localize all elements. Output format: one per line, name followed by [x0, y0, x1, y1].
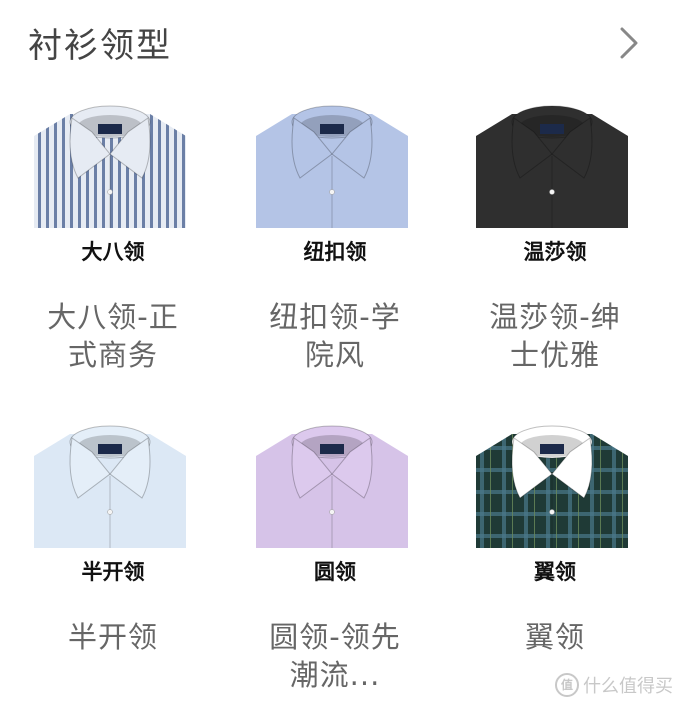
collar-label: 大八领 [81, 240, 145, 264]
shirt-image [252, 416, 412, 548]
watermark: 值 什么值得买 [555, 672, 673, 698]
collar-description: 大八领-正 式商务 [47, 300, 179, 372]
collar-label: 圆领 [314, 560, 356, 584]
shirt-image [30, 96, 190, 228]
collar-description: 纽扣领-学 院风 [269, 300, 401, 372]
collar-label: 半开领 [81, 560, 145, 584]
section-header: 衬衫领型 [0, 0, 680, 88]
chevron-right-icon[interactable] [618, 26, 640, 60]
section-title: 衬衫领型 [28, 26, 172, 66]
shirt-image [472, 416, 632, 548]
watermark-logo-icon: 值 [555, 673, 579, 697]
collar-description: 半开领 [67, 620, 158, 654]
shirt-image [472, 96, 632, 228]
watermark-text: 什么值得买 [583, 676, 673, 697]
shirt-image [252, 96, 412, 228]
collar-label: 温莎领 [523, 240, 587, 264]
collar-label: 纽扣领 [303, 240, 367, 264]
collar-description: 温莎领-绅 士优雅 [489, 300, 621, 372]
collar-label: 翼领 [534, 560, 576, 584]
collar-description: 圆领-领先 潮流... [269, 620, 401, 692]
collar-description: 翼领 [524, 620, 585, 654]
shirt-image [30, 416, 190, 548]
